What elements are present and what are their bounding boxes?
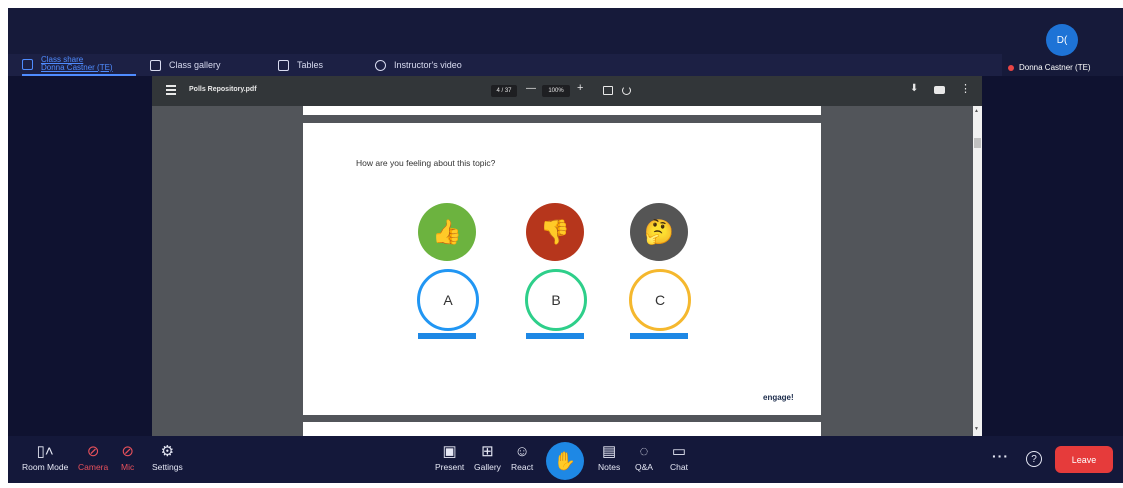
qa-button[interactable]: ◌ Q&A (635, 442, 653, 472)
tab-tables-label: Tables (297, 60, 324, 70)
settings-label: Settings (152, 462, 183, 472)
participant-label: Donna Castner (TE) (1008, 63, 1091, 72)
rotate-icon[interactable] (622, 86, 631, 95)
chat-label: Chat (670, 462, 688, 472)
leave-button[interactable]: Leave (1055, 446, 1113, 473)
room-mode-icon: ▯˄ (36, 443, 54, 460)
present-button[interactable]: ▣ Present (435, 442, 464, 472)
pdf-toolbar: Polls Repository.pdf 4 / 37 — 100% + ⬇ ⋮ (152, 76, 982, 106)
camera-button[interactable]: ⊘ Camera (78, 442, 108, 472)
meeting-controls: ▯˄ Room Mode ⊘ Camera ⊘ Mic ⚙ Settings ▣… (8, 436, 1123, 483)
more-options-button[interactable]: ··· (992, 448, 1009, 464)
mic-label: Mic (121, 462, 135, 472)
previous-page (303, 106, 821, 115)
react-button[interactable]: ☺ React (511, 442, 533, 472)
table-icon (278, 59, 289, 71)
camera-label: Camera (78, 462, 109, 472)
gallery-button[interactable]: ⊞ Gallery (474, 442, 501, 472)
notes-icon: ▤ (602, 443, 617, 460)
top-banner (8, 8, 1008, 54)
choice-b-tag (526, 333, 584, 339)
notes-label: Notes (598, 462, 621, 472)
question-bubble-icon: ◌ (639, 443, 649, 460)
scroll-up-icon[interactable]: ▲ (974, 108, 979, 114)
present-label: Present (435, 462, 465, 472)
left-spacer (8, 76, 152, 436)
zoom-level-input[interactable]: 100% (542, 85, 570, 97)
tab-tables[interactable]: Tables (278, 54, 323, 76)
notes-button[interactable]: ▤ Notes (598, 442, 620, 472)
brand-logo: engage! (763, 393, 794, 402)
gear-icon: ⚙ (160, 443, 175, 460)
tab-class-gallery[interactable]: Class gallery (150, 54, 221, 76)
screen-share-icon (22, 58, 33, 70)
print-icon[interactable] (934, 86, 945, 94)
grid-icon (150, 59, 161, 71)
tab-class-share-owner: Donna Castner (TE) (41, 63, 113, 72)
choice-c-tag (630, 333, 688, 339)
choice-c-circle: C (629, 269, 691, 331)
settings-button[interactable]: ⚙ Settings (152, 442, 183, 472)
choice-a-circle: A (417, 269, 479, 331)
tab-instructors-video-label: Instructor's video (394, 60, 462, 70)
gallery-label: Gallery (474, 462, 501, 472)
mic-button[interactable]: ⊘ Mic (121, 442, 134, 472)
mic-off-icon: ⊘ (121, 443, 134, 460)
camera-off-icon: ⊘ (86, 443, 100, 460)
participant-tile[interactable]: D( Donna Castner (TE) (1002, 8, 1123, 76)
help-button[interactable]: ? (1026, 451, 1042, 467)
next-page (303, 422, 821, 436)
chat-bubble-icon: ▭ (671, 443, 687, 460)
fit-page-icon[interactable] (603, 86, 613, 95)
qa-label: Q&A (635, 462, 653, 472)
more-options-icon[interactable]: ⋮ (960, 82, 971, 95)
classroom-window: Class share Donna Castner (TE) Class gal… (8, 8, 1123, 483)
zoom-in-button[interactable]: + (577, 82, 583, 94)
tab-class-share[interactable]: Class share Donna Castner (TE) (22, 54, 136, 76)
tab-class-share-label: Class share Donna Castner (TE) (41, 56, 113, 72)
thinking-face-icon: 🤔 (630, 203, 688, 261)
muted-indicator-icon (1008, 64, 1014, 71)
avatar: D( (1046, 24, 1078, 56)
react-label: React (511, 462, 534, 472)
thumbs-up-icon: 👍 (418, 203, 476, 261)
present-icon: ▣ (442, 443, 457, 460)
pdf-viewer: Polls Repository.pdf 4 / 37 — 100% + ⬇ ⋮… (152, 76, 982, 436)
view-tabs: Class share Donna Castner (TE) Class gal… (8, 54, 1008, 76)
tab-class-gallery-label: Class gallery (169, 60, 221, 70)
pdf-page: How are you feeling about this topic? 👍 … (303, 123, 821, 415)
poll-choice-b: 👎 B (525, 203, 587, 339)
choice-b-circle: B (525, 269, 587, 331)
poll-question: How are you feeling about this topic? (356, 158, 496, 168)
participant-panel: D( Donna Castner (TE) (1002, 8, 1123, 436)
participant-name: Donna Castner (TE) (1019, 63, 1091, 72)
page-number-input[interactable]: 4 / 37 (491, 85, 517, 97)
hand-icon: ✋ (553, 450, 577, 471)
poll-choice-c: 🤔 C (629, 203, 691, 339)
smiley-icon: ☺ (514, 443, 530, 460)
thumbs-down-icon: 👎 (526, 203, 584, 261)
scroll-down-icon[interactable]: ▼ (974, 426, 979, 432)
pdf-filename: Polls Repository.pdf (189, 86, 257, 93)
pdf-scrollbar[interactable] (973, 106, 982, 436)
tab-instructors-video[interactable]: Instructor's video (375, 54, 462, 76)
scrollbar-thumb[interactable] (974, 138, 981, 148)
room-mode-button[interactable]: ▯˄ Room Mode (22, 442, 68, 472)
choice-a-tag (418, 333, 476, 339)
download-icon[interactable]: ⬇ (910, 83, 918, 94)
video-icon (375, 59, 386, 71)
gallery-grid-icon: ⊞ (481, 443, 494, 460)
menu-icon[interactable] (166, 85, 176, 95)
poll-choice-a: 👍 A (417, 203, 479, 339)
chat-button[interactable]: ▭ Chat (670, 442, 688, 472)
raise-hand-button[interactable]: ✋ (546, 442, 584, 480)
room-mode-label: Room Mode (22, 462, 69, 472)
zoom-out-button[interactable]: — (526, 83, 536, 94)
